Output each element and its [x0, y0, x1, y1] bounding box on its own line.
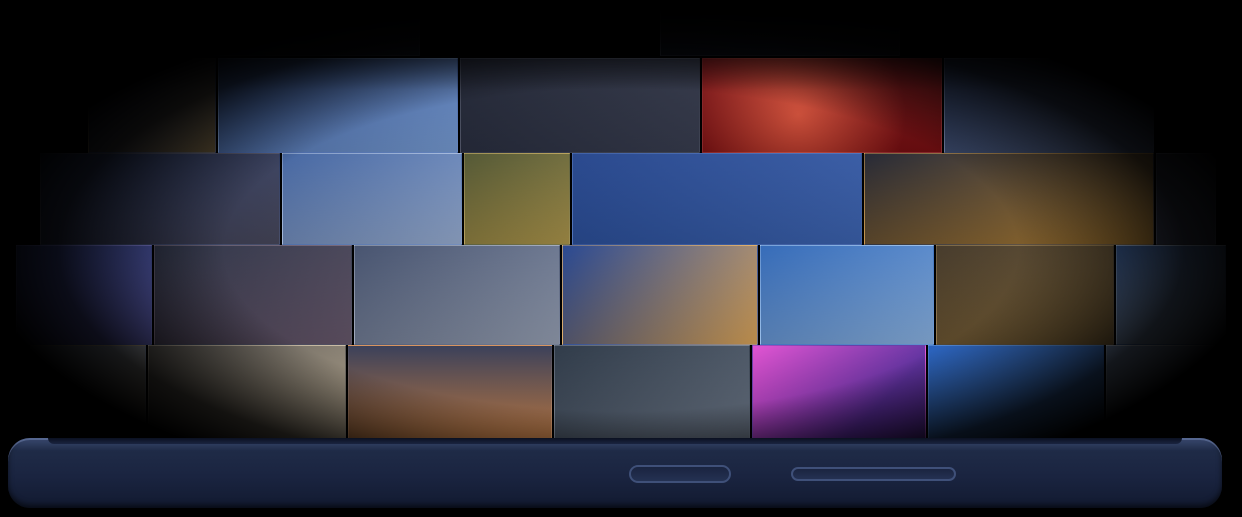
mosaic-tile — [464, 153, 570, 245]
photo-mosaic — [0, 0, 1242, 445]
screen-bezel — [48, 438, 1182, 444]
mosaic-tile — [752, 345, 926, 440]
mosaic-tile — [928, 345, 1104, 440]
scene — [0, 0, 1242, 517]
tablet-device-edge — [8, 438, 1222, 508]
mosaic-tile — [88, 58, 216, 153]
mosaic-tile — [354, 245, 560, 345]
mosaic-tile — [660, 0, 900, 56]
mosaic-tile — [282, 153, 462, 245]
mosaic-tile — [30, 345, 146, 440]
mosaic-tile — [944, 58, 1154, 153]
mosaic-tile — [218, 58, 458, 153]
mosaic-tile — [1116, 245, 1226, 345]
volume-button — [791, 467, 956, 481]
mosaic-tile — [936, 245, 1114, 345]
mosaic-tile — [554, 345, 750, 440]
mosaic-tile — [154, 245, 352, 345]
mosaic-tile — [186, 0, 420, 56]
mosaic-tile — [40, 153, 280, 245]
mosaic-tile — [348, 345, 552, 440]
mosaic-tile — [1156, 153, 1216, 245]
floor-shadow — [0, 508, 1242, 517]
mosaic-tile — [148, 345, 346, 440]
mosaic-tile — [562, 245, 758, 345]
mosaic-tile — [702, 58, 942, 153]
power-button — [629, 465, 731, 483]
mosaic-tile — [1106, 345, 1230, 440]
mosaic-tile — [760, 245, 934, 345]
mosaic-tile — [864, 153, 1154, 245]
mosaic-tile — [572, 153, 862, 245]
mosaic-tile — [16, 245, 152, 345]
mosaic-tile — [460, 58, 700, 153]
